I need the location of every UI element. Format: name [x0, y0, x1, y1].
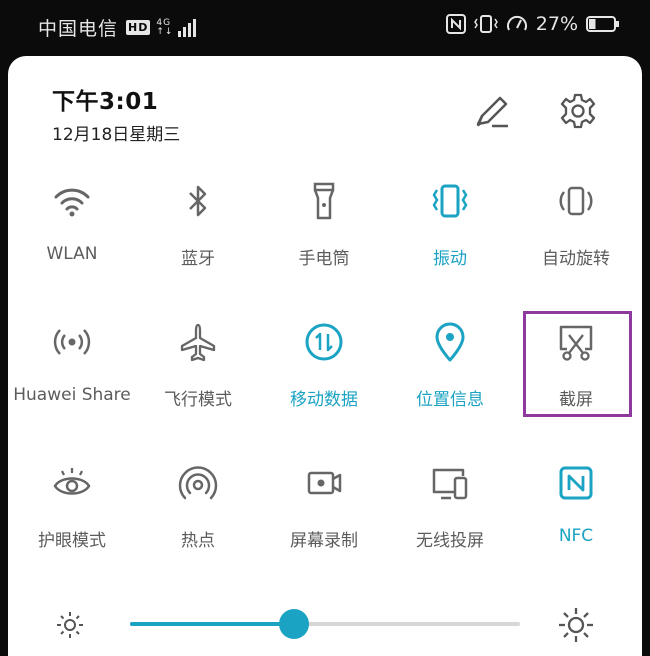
tile-eye-comfort[interactable]: 护眼模式: [10, 462, 134, 572]
tile-location[interactable]: 位置信息: [388, 321, 512, 431]
tile-bluetooth[interactable]: 蓝牙: [136, 180, 260, 290]
carrier-name: 中国电信: [38, 18, 119, 40]
tile-label: 热点: [181, 531, 215, 551]
brightness-control: [8, 586, 642, 656]
edit-button[interactable]: [474, 94, 510, 130]
tile-airplane[interactable]: 飞行模式: [136, 321, 260, 431]
tile-wireless-projection[interactable]: 无线投屏: [388, 462, 512, 572]
vibrate-status-icon: [473, 15, 498, 33]
tile-label: 振动: [433, 249, 467, 269]
tile-label: 无线投屏: [416, 531, 484, 551]
wireless-projection-icon: [432, 468, 468, 500]
network-activity: ↑↓: [156, 26, 174, 37]
eye-comfort-icon: [53, 468, 91, 495]
status-right: 27%: [445, 13, 620, 35]
status-bar: 中国电信 HD 4G ↑↓ 27%: [0, 0, 650, 55]
quick-settings-panel: 下午3:01 12月18日星期三 WLAN 蓝牙 手电筒 振动 自动旋转 Hua…: [8, 56, 642, 656]
brightness-high-icon: [559, 608, 593, 642]
screen-record-icon: [307, 471, 342, 495]
nfc-status-icon: [445, 14, 466, 34]
hotspot-icon: [178, 466, 218, 500]
tile-label: 移动数据: [290, 390, 358, 410]
tile-flashlight[interactable]: 手电筒: [262, 180, 386, 290]
battery-icon: [586, 16, 619, 32]
tile-label: 飞行模式: [164, 390, 232, 410]
signal-icon: [178, 18, 197, 37]
tile-label: 自动旋转: [542, 249, 610, 269]
tile-nfc[interactable]: NFC: [514, 462, 638, 572]
tile-label: Huawei Share: [13, 385, 131, 405]
flashlight-icon: [313, 182, 335, 220]
hd-badge: HD: [126, 20, 151, 35]
huawei-share-icon: [53, 329, 91, 355]
brightness-slider-fill: [130, 622, 294, 626]
mobile-data-icon: [305, 323, 343, 361]
battery-percentage: 27%: [535, 13, 578, 35]
location-icon: [435, 322, 465, 362]
clock-time[interactable]: 下午3:01: [52, 82, 158, 116]
brightness-slider[interactable]: [130, 609, 520, 639]
gear-icon: [560, 93, 596, 129]
clock-date[interactable]: 12月18日星期三: [52, 120, 180, 145]
tile-mobile-data[interactable]: 移动数据: [262, 321, 386, 431]
tile-label: 手电筒: [298, 249, 350, 269]
brightness-low-icon: [57, 612, 83, 638]
tile-wlan[interactable]: WLAN: [10, 180, 134, 290]
status-left: 中国电信 HD 4G ↑↓: [38, 14, 197, 41]
tile-huawei-share[interactable]: Huawei Share: [10, 321, 134, 431]
power-saving-icon: [506, 15, 527, 31]
tile-label: WLAN: [46, 244, 98, 264]
tile-label: 屏幕录制: [290, 531, 358, 551]
tile-auto-rotate[interactable]: 自动旋转: [514, 180, 638, 290]
vibrate-icon: [432, 184, 468, 218]
tile-hotspot[interactable]: 热点: [136, 462, 260, 572]
tile-screen-record[interactable]: 屏幕录制: [262, 462, 386, 572]
network-type: 4G ↑↓: [156, 18, 174, 37]
tile-vibrate[interactable]: 振动: [388, 180, 512, 290]
bluetooth-icon: [189, 185, 207, 217]
brightness-slider-thumb[interactable]: [278, 609, 309, 639]
settings-button[interactable]: [559, 92, 597, 130]
tile-label: 护眼模式: [38, 531, 106, 551]
auto-rotate-icon: [559, 186, 593, 216]
tile-label: 蓝牙: [181, 249, 215, 269]
airplane-icon: [180, 323, 216, 362]
tile-label: NFC: [558, 526, 594, 546]
wifi-icon: [54, 188, 90, 217]
tile-label: 位置信息: [416, 390, 484, 410]
pencil-icon: [476, 96, 508, 128]
highlight-box: [523, 311, 632, 417]
nfc-icon: [559, 466, 593, 500]
